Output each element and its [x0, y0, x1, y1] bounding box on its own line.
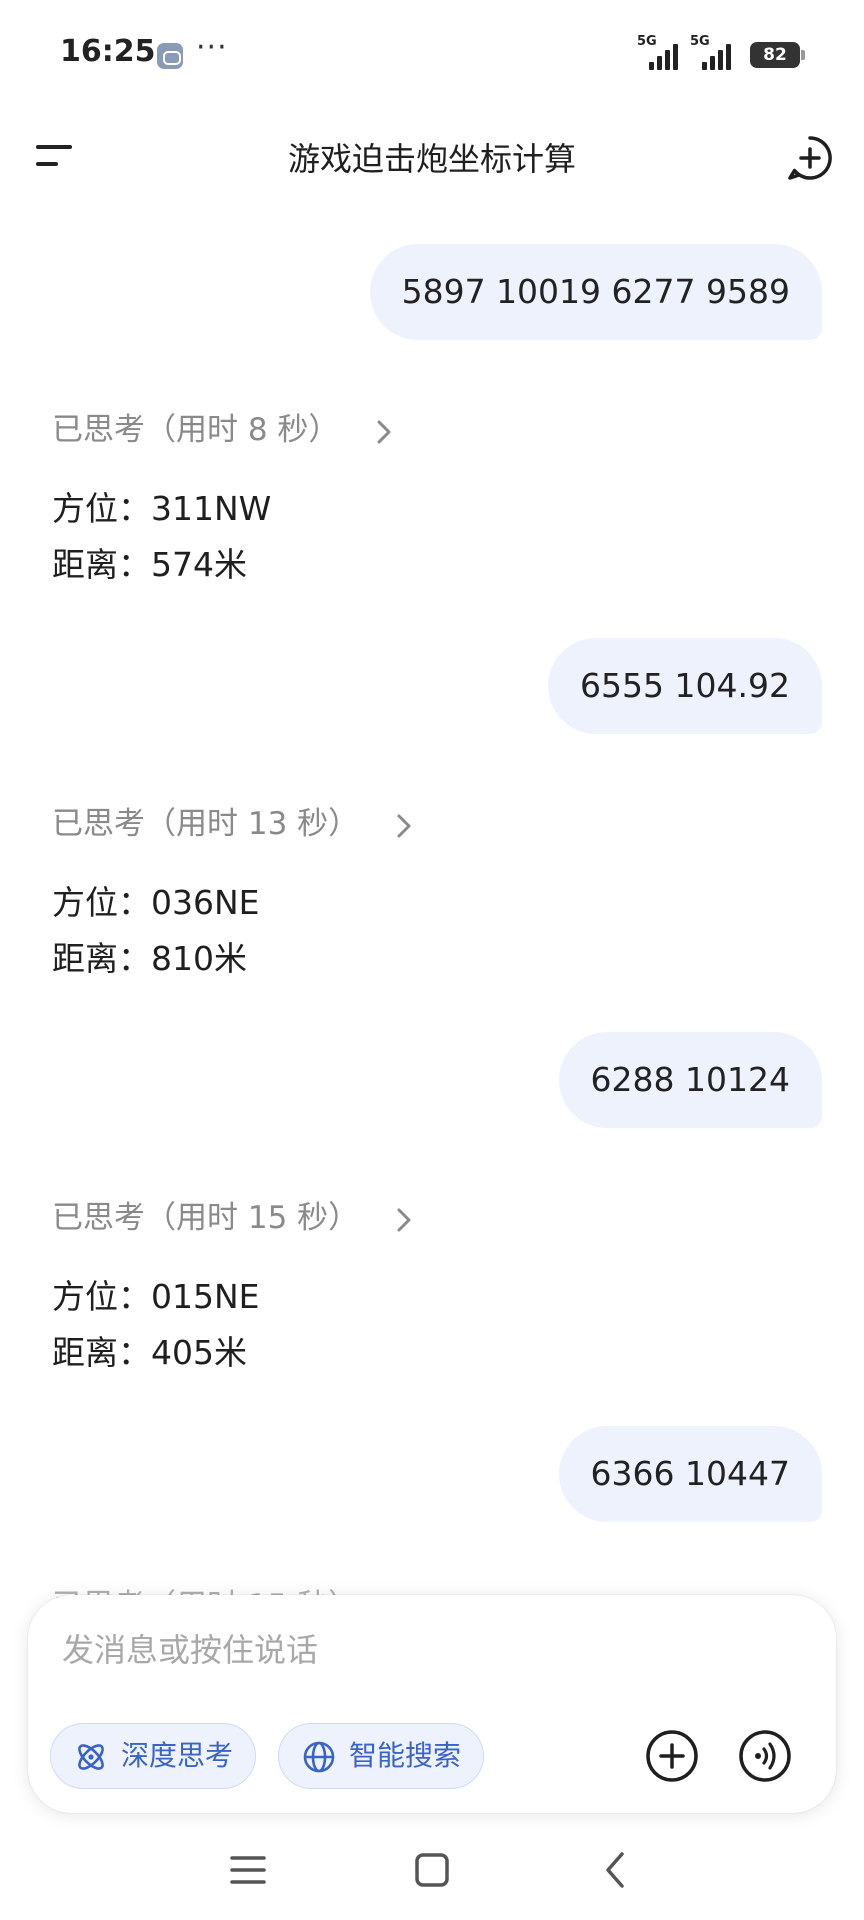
nav-home-button[interactable]	[402, 1840, 462, 1900]
user-message[interactable]: 5897 10019 6277 9589	[369, 244, 822, 340]
square-icon	[415, 1853, 449, 1887]
smart-search-button[interactable]: 智能搜索	[278, 1723, 485, 1789]
three-lines-icon	[230, 1856, 266, 1884]
app-header: 游戏迫击炮坐标计算	[0, 110, 864, 200]
chat-screen: 16:25 ··· 5G 5G 82 游戏迫击炮坐标计算 5897 10019 …	[0, 0, 864, 1920]
thought-summary[interactable]: 已思考（用时 15 秒）	[52, 1192, 413, 1237]
back-chevron-icon	[606, 1852, 624, 1888]
thought-label: 已思考（用时 15 秒）	[52, 1200, 360, 1236]
plus-chat-icon	[788, 136, 832, 180]
smart-search-label: 智能搜索	[349, 1739, 462, 1772]
thought-summary[interactable]: 已思考（用时 8 秒）	[52, 404, 393, 449]
nav-recent-button[interactable]	[218, 1840, 278, 1900]
status-bar: 16:25 ··· 5G 5G 82	[0, 0, 864, 110]
system-nav-bar	[0, 1820, 864, 1920]
page-title: 游戏迫击炮坐标计算	[287, 140, 576, 178]
signal-1-label: 5G	[637, 34, 657, 49]
chevron-right-icon	[395, 1200, 413, 1236]
signal-2-label: 5G	[690, 34, 710, 49]
voice-button[interactable]	[736, 1727, 794, 1785]
new-chat-button[interactable]	[786, 134, 834, 182]
answer-bearing: 方位：015NE	[52, 1277, 260, 1316]
user-message[interactable]: 6555 104.92	[548, 638, 822, 734]
signal-1-icon: 5G	[637, 34, 687, 70]
answer-bearing: 方位：036NE	[52, 883, 260, 922]
thought-label: 已思考（用时 8 秒）	[52, 412, 340, 448]
answer-distance: 距离：405米	[52, 1333, 247, 1372]
composer-panel: 深度思考 智能搜索	[28, 1595, 836, 1813]
more-notifications-icon: ···	[196, 30, 228, 65]
status-time: 16:25	[60, 34, 156, 69]
thought-label: 已思考（用时 13 秒）	[52, 806, 360, 842]
attach-button[interactable]	[643, 1727, 701, 1785]
user-message[interactable]: 6366 10447	[558, 1426, 822, 1522]
battery-icon: 82	[750, 42, 805, 68]
answer-distance: 距离：810米	[52, 939, 247, 978]
voice-wave-icon	[739, 1730, 791, 1782]
answer-distance: 距离：574米	[52, 545, 247, 584]
nav-back-button[interactable]	[586, 1840, 646, 1900]
app-notification-icon	[157, 43, 183, 69]
signal-2-icon: 5G	[690, 34, 740, 70]
atom-icon	[78, 1744, 104, 1770]
globe-icon	[303, 1741, 335, 1773]
chevron-right-icon	[395, 806, 413, 842]
message-input[interactable]	[62, 1625, 762, 1675]
deep-think-label: 深度思考	[121, 1739, 234, 1772]
chat-thread[interactable]: 5897 10019 6277 9589 已思考（用时 8 秒） 方位：311N…	[0, 200, 864, 1600]
chevron-right-icon	[375, 412, 393, 448]
plus-circle-icon	[646, 1730, 698, 1782]
thought-summary[interactable]: 已思考（用时 13 秒）	[52, 798, 413, 843]
user-message[interactable]: 6288 10124	[558, 1032, 822, 1128]
deep-think-button[interactable]: 深度思考	[50, 1723, 257, 1789]
answer-bearing: 方位：311NW	[52, 489, 272, 528]
